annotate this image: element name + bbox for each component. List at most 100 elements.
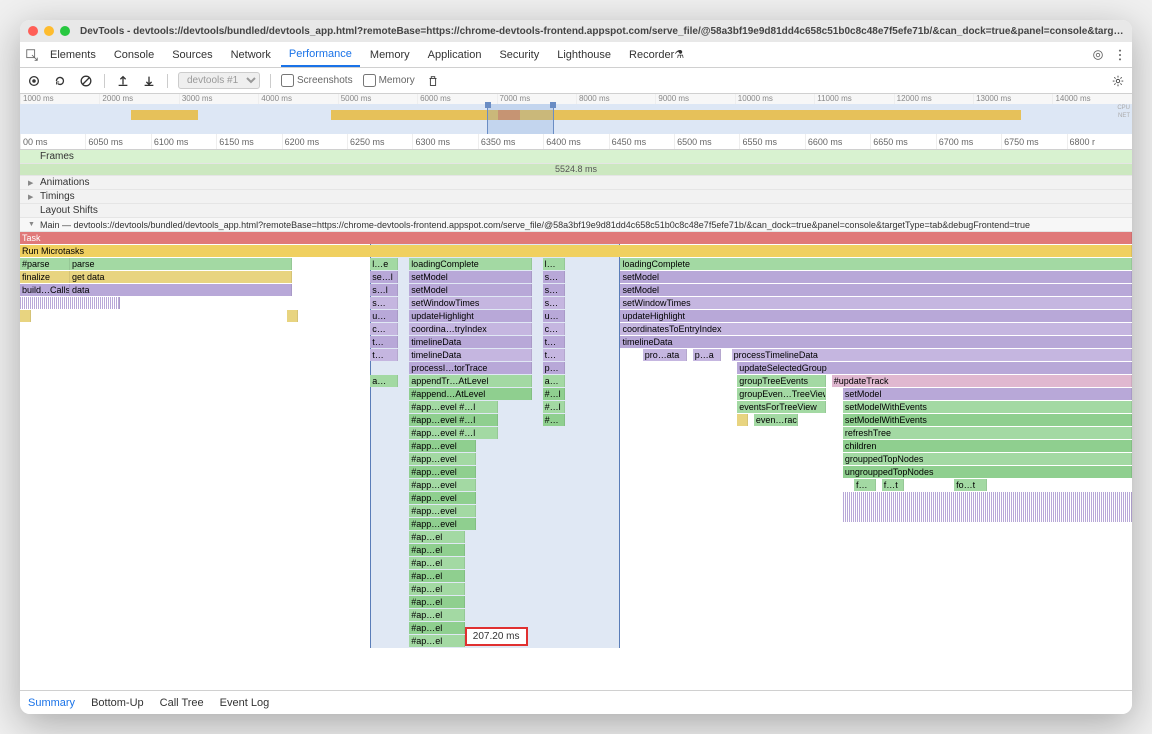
tab-recorder[interactable]: Recorder ⚗ [621,42,692,67]
flame-bar[interactable] [737,414,748,426]
flame-bar[interactable]: #app…evel [409,518,476,530]
tab-summary[interactable]: Summary [28,697,75,709]
flame-bar[interactable]: #app…evel [409,453,476,465]
flame-bar[interactable]: se…l [370,271,398,283]
flame-bar[interactable]: s…l [370,284,398,296]
flame-bar[interactable]: #append…AtLevel [409,388,531,400]
gear-icon[interactable] [1110,73,1126,89]
instance-select[interactable]: devtools #1 [178,72,260,89]
timeline-ruler[interactable]: 00 ms6050 ms6100 ms6150 ms6200 ms6250 ms… [20,134,1132,150]
flame-bar[interactable]: a… [370,375,398,387]
tab-bottom-up[interactable]: Bottom-Up [91,697,144,709]
flame-bar[interactable]: #…l [543,401,565,413]
tab-console[interactable]: Console [106,42,162,67]
record-icon[interactable] [26,73,42,89]
maximize-icon[interactable] [60,26,70,36]
inspect-icon[interactable] [24,47,40,63]
flame-bar[interactable]: setModel [843,388,1132,400]
flame-bar[interactable]: l… [543,258,565,270]
flame-bar[interactable]: eventsForTreeView [737,401,826,413]
flame-bar[interactable]: coordinatesToEntryIndex [620,323,1132,335]
flame-bar[interactable]: #app…evel [409,466,476,478]
download-icon[interactable] [141,73,157,89]
flame-bar[interactable]: loadingComplete [409,258,531,270]
flame-bar[interactable]: #app…evel #…l [409,427,498,439]
flame-bar[interactable]: build…Calls [20,284,70,296]
flame-bar[interactable]: #…l [543,388,565,400]
flame-bar[interactable] [20,310,31,322]
flame-bar[interactable] [287,310,298,322]
tab-event-log[interactable]: Event Log [220,697,270,709]
flame-bar[interactable]: u… [370,310,398,322]
trash-icon[interactable] [425,73,441,89]
flame-bar[interactable]: t… [543,349,565,361]
upload-icon[interactable] [115,73,131,89]
flame-bar[interactable]: appendTr…AtLevel [409,375,531,387]
flame-bar[interactable]: children [843,440,1132,452]
flame-bar[interactable]: s… [543,297,565,309]
flame-bar[interactable]: groupEven…TreeView [737,388,826,400]
flame-bar[interactable]: f…t [882,479,904,491]
flame-bar[interactable] [20,297,120,309]
flame-bar[interactable]: ungrouppedTopNodes [843,466,1132,478]
flame-bar[interactable]: updateHighlight [409,310,531,322]
flame-bar[interactable]: parse [70,258,292,270]
flame-bar[interactable]: #app…evel [409,505,476,517]
flame-bar[interactable]: c… [543,323,565,335]
flame-task[interactable]: Task [20,232,1132,244]
tab-sources[interactable]: Sources [164,42,220,67]
flame-bar[interactable]: #app…evel #…l [409,401,498,413]
tab-security[interactable]: Security [491,42,547,67]
flame-bar[interactable]: l…e [370,258,398,270]
flame-microtasks[interactable]: Run Microtasks [20,245,1132,257]
flame-bar[interactable]: #parse [20,258,70,270]
minimize-icon[interactable] [44,26,54,36]
more-icon[interactable] [1112,47,1128,63]
flame-bar[interactable]: get data [70,271,292,283]
flame-bar[interactable]: t… [543,336,565,348]
flame-bar[interactable]: s… [543,271,565,283]
flame-bar[interactable]: #ap…el [409,609,465,621]
flame-bar[interactable]: a… [543,375,565,387]
flame-bar[interactable]: c… [370,323,398,335]
memory-checkbox[interactable]: Memory [363,74,415,87]
flame-bar[interactable]: setWindowTimes [620,297,1132,309]
flame-bar[interactable]: even…rack [754,414,798,426]
flame-bar[interactable]: finalize [20,271,70,283]
flame-bar[interactable]: setModelWithEvents [843,401,1132,413]
flame-bar[interactable]: t… [370,349,398,361]
frames-track-header[interactable]: Frames [20,150,1132,164]
timings-track-header[interactable]: Timings [20,190,1132,204]
tab-performance[interactable]: Performance [281,42,360,67]
flame-bar[interactable]: s… [370,297,398,309]
overview-timeline[interactable]: 1000 ms2000 ms3000 ms4000 ms5000 ms6000 … [20,94,1132,134]
flame-bar[interactable]: t… [370,336,398,348]
flame-bar[interactable]: processI…torTrace [409,362,531,374]
flame-bar[interactable]: p…a [693,349,721,361]
main-track-header[interactable]: Main — devtools://devtools/bundled/devto… [20,218,1132,232]
screenshots-checkbox[interactable]: Screenshots [281,74,353,87]
flame-bar[interactable]: groupTreeEvents [737,375,826,387]
flame-bar[interactable]: s… [543,284,565,296]
flame-bar[interactable]: timelineData [409,349,531,361]
flame-bar[interactable]: #… [543,414,565,426]
flame-bar[interactable]: #ap…el [409,635,465,647]
tab-network[interactable]: Network [223,42,279,67]
flame-bar[interactable]: loadingComplete [620,258,1132,270]
overview-selection[interactable] [487,104,554,134]
animations-track-header[interactable]: Animations [20,176,1132,190]
tab-elements[interactable]: Elements [42,42,104,67]
flame-chart[interactable]: Task Run Microtasks #parse parse l…e loa… [20,232,1132,648]
flame-bar[interactable]: #ap…el [409,531,465,543]
flame-bar[interactable]: updateSelectedGroup [737,362,1132,374]
flame-bar[interactable]: timelineData [409,336,531,348]
flame-bar[interactable]: #ap…el [409,596,465,608]
flame-bar[interactable]: #ap…el [409,544,465,556]
flame-bar[interactable]: refreshTree [843,427,1132,439]
clear-icon[interactable] [78,73,94,89]
flame-bar[interactable]: grouppedTopNodes [843,453,1132,465]
flame-bar[interactable]: timelineData [620,336,1132,348]
flame-bar[interactable]: u… [543,310,565,322]
flame-bar[interactable]: #ap…el [409,557,465,569]
tab-memory[interactable]: Memory [362,42,418,67]
